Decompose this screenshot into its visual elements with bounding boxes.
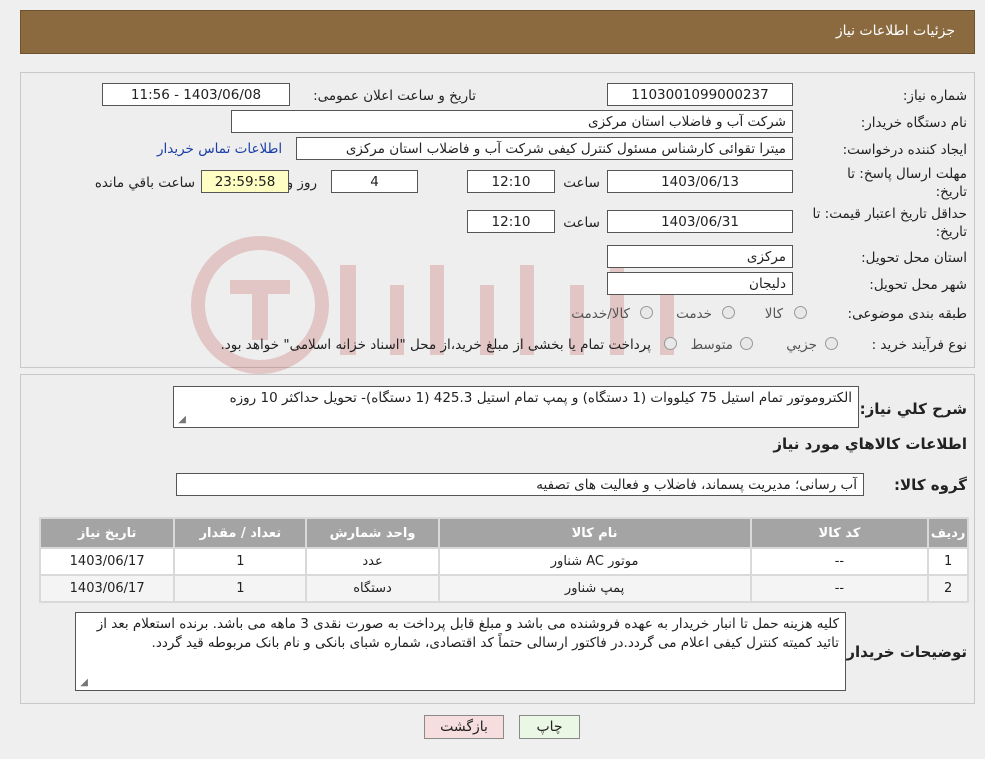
process-radio-minor[interactable]: [825, 337, 838, 350]
process-option-minor: جزیي: [786, 337, 817, 353]
goods-group-field: آب رسانی؛ مدیریت پسماند، فاضلاب و فعالیت…: [176, 473, 864, 496]
city-field: دلیجان: [607, 272, 793, 295]
goods-section-title: اطلاعات کالاهاي مورد نیاز: [773, 435, 967, 453]
deadline-time-label: ساعت: [563, 175, 600, 191]
category-radio-goods-service[interactable]: [640, 306, 653, 319]
process-radio-medium[interactable]: [740, 337, 753, 350]
price-validity-label-line2: تاریخ:: [935, 224, 967, 240]
buyer-notes-text: کلیه هزینه حمل تا انبار خریدار به عهده ف…: [96, 616, 839, 651]
category-option-service: خدمت: [676, 306, 712, 322]
cell-row-number: 1: [929, 549, 967, 574]
cell-need-date: 1403/06/17: [41, 576, 174, 601]
price-validity-time-field: 12:10: [467, 210, 555, 233]
remaining-time-field: 23:59:58: [201, 170, 289, 193]
goods-table-header: تاریخ نیاز تعداد / مقدار واحد شمارش نام …: [41, 519, 967, 547]
resize-grip-icon[interactable]: ◢: [78, 678, 88, 688]
cell-need-date: 1403/06/17: [41, 549, 174, 574]
goods-table: تاریخ نیاز تعداد / مقدار واحد شمارش نام …: [39, 517, 969, 603]
goods-group-label: گروه کالا:: [894, 476, 967, 494]
col-item-name: نام کالا: [439, 519, 750, 547]
category-radio-goods[interactable]: [794, 306, 807, 319]
cell-item-name: پمپ شناور: [439, 576, 750, 601]
process-type-label: نوع فرآیند خرید :: [871, 337, 967, 353]
col-item-code: کد کالا: [751, 519, 928, 547]
cell-item-code: --: [751, 549, 928, 574]
province-label: استان محل تحویل:: [861, 250, 967, 266]
page-header: [20, 10, 975, 54]
need-number-field: 1103001099000237: [607, 83, 793, 106]
col-quantity: تعداد / مقدار: [175, 519, 306, 547]
description-label: شرح کلي نیاز:: [859, 400, 967, 418]
category-radio-service[interactable]: [722, 306, 735, 319]
back-button[interactable]: بازگشت: [424, 715, 504, 739]
deadline-label-line1: مهلت ارسال پاسخ: تا: [847, 166, 967, 182]
remaining-time-label: ساعت باقي مانده: [94, 175, 195, 191]
buyer-notes-textarea[interactable]: کلیه هزینه حمل تا انبار خریدار به عهده ف…: [75, 612, 846, 691]
table-row: 1403/06/17 1 عدد موتور AC شناور -- 1: [41, 549, 967, 574]
cell-quantity: 1: [175, 549, 306, 574]
need-number-label: شماره نیاز:: [902, 88, 967, 104]
creator-label: ایجاد کننده درخواست:: [842, 142, 967, 158]
buyer-org-label: نام دستگاه خریدار:: [860, 115, 967, 131]
cell-row-number: 2: [929, 576, 967, 601]
remaining-days-field: 4: [331, 170, 418, 193]
description-text: الکتروموتور تمام استیل 75 کیلووات (1 دست…: [229, 390, 852, 406]
days-label: روز و: [286, 175, 317, 191]
category-label: طبقه بندی موضوعی:: [847, 306, 967, 322]
print-button[interactable]: چاپ: [519, 715, 580, 739]
treasury-payment-checkbox[interactable]: [664, 337, 677, 350]
deadline-time-field: 12:10: [467, 170, 555, 193]
col-need-date: تاریخ نیاز: [41, 519, 174, 547]
buyer-contact-link[interactable]: اطلاعات تماس خریدار: [157, 141, 282, 157]
col-row-number: ردیف: [929, 519, 967, 547]
cell-item-name: موتور AC شناور: [439, 549, 750, 574]
city-label: شهر محل تحویل:: [869, 277, 967, 293]
deadline-date-field: 1403/06/13: [607, 170, 793, 193]
category-option-goods-service: کالا/خدمت: [571, 306, 630, 322]
category-option-goods: کالا: [764, 306, 783, 322]
announce-datetime-field: 1403/06/08 - 11:56: [102, 83, 290, 106]
table-row: 1403/06/17 1 دستگاه پمپ شناور -- 2: [41, 576, 967, 601]
announce-datetime-label: تاریخ و ساعت اعلان عمومی:: [313, 88, 476, 104]
price-validity-time-label: ساعت: [563, 215, 600, 231]
deadline-label-line2: تاریخ:: [935, 184, 967, 200]
cell-unit: دستگاه: [307, 576, 438, 601]
description-textarea[interactable]: الکتروموتور تمام استیل 75 کیلووات (1 دست…: [173, 386, 859, 428]
price-validity-date-field: 1403/06/31: [607, 210, 793, 233]
buyer-org-field: شرکت آب و فاضلاب استان مرکزی: [231, 110, 793, 133]
page-title: جزئیات اطلاعات نیاز: [835, 23, 955, 39]
treasury-payment-note: پرداخت تمام یا بخشی از مبلغ خرید،از محل …: [220, 337, 651, 353]
resize-grip-icon[interactable]: ◢: [176, 415, 186, 425]
cell-unit: عدد: [307, 549, 438, 574]
col-unit: واحد شمارش: [307, 519, 438, 547]
cell-quantity: 1: [175, 576, 306, 601]
buyer-notes-label: توضیحات خریدار:: [840, 643, 967, 661]
process-option-medium: متوسط: [690, 337, 733, 353]
price-validity-label-line1: حداقل تاریخ اعتبار قیمت: تا: [812, 206, 967, 222]
province-field: مرکزی: [607, 245, 793, 268]
cell-item-code: --: [751, 576, 928, 601]
creator-field: میترا تقوائی کارشناس مسئول کنترل کیفی شر…: [296, 137, 793, 160]
